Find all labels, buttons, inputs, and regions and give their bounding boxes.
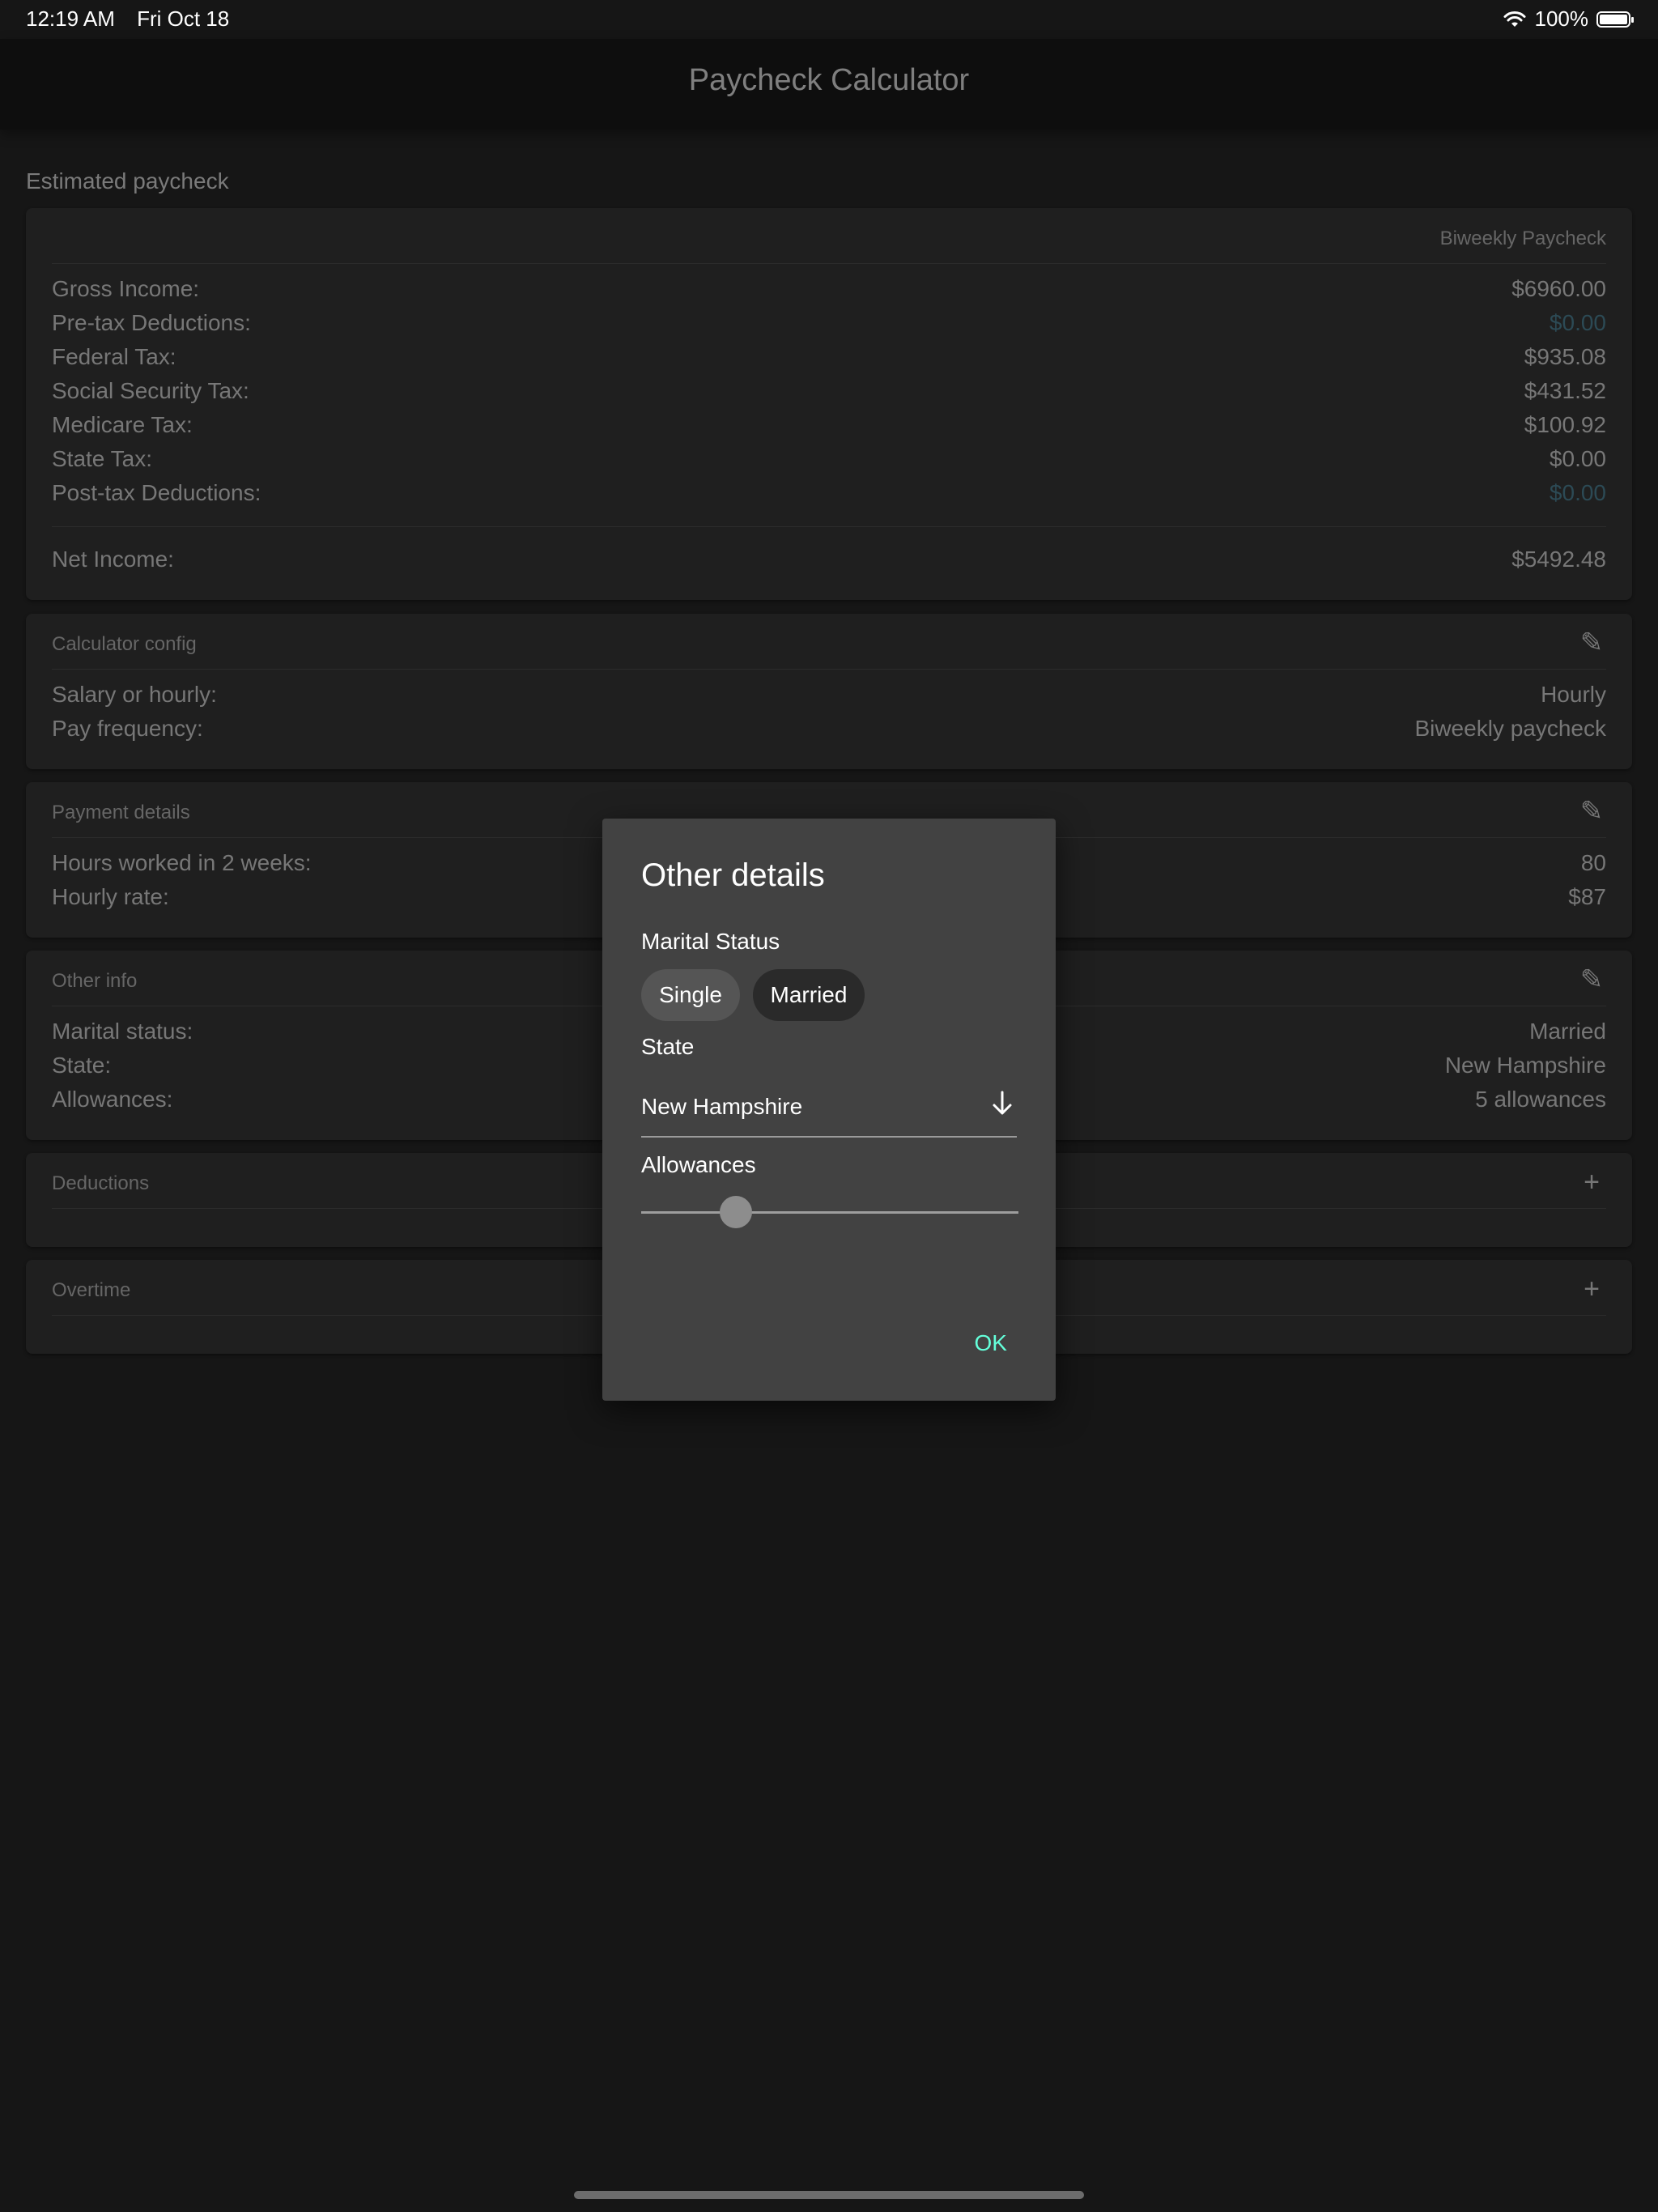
net-income-value: $5492.48 [1511, 547, 1606, 572]
row-label: Hours worked in 2 weeks: [52, 850, 312, 875]
estimate-row: State Tax: $0.00 [52, 446, 1606, 479]
card-title: Overtime [52, 1279, 131, 1301]
row-label: Pre-tax Deductions: [52, 310, 251, 335]
state-select-value: New Hampshire [641, 1094, 803, 1119]
status-indicators: 100% [1503, 6, 1634, 32]
calculator-config-card: Calculator config ✎ Salary or hourly: Hou… [26, 614, 1632, 769]
estimate-row: Post-tax Deductions: $0.00 [52, 480, 1606, 513]
net-income-row: Net Income: $5492.48 [52, 547, 1606, 579]
estimate-card-header: Biweekly Paycheck [52, 208, 1606, 264]
row-label: Marital status: [52, 1019, 193, 1044]
config-row: Salary or hourly: Hourly [52, 682, 1606, 714]
row-value: 80 [1580, 850, 1606, 875]
estimate-row: Medicare Tax: $100.92 [52, 412, 1606, 445]
status-date: Fri Oct 18 [137, 6, 230, 31]
edit-icon[interactable]: ✎ [1577, 797, 1606, 826]
row-value: $935.08 [1524, 344, 1606, 369]
status-bar: 12:19 AM Fri Oct 18 100% [0, 0, 1658, 39]
estimate-row: Gross Income: $6960.00 [52, 276, 1606, 308]
chip-single[interactable]: Single [641, 969, 740, 1021]
status-time-date: 12:19 AM Fri Oct 18 [26, 6, 229, 32]
battery-percent: 100% [1534, 6, 1589, 31]
add-icon[interactable]: + [1577, 1274, 1606, 1304]
config-row: Pay frequency: Biweekly paycheck [52, 716, 1606, 748]
estimate-row: Social Security Tax: $431.52 [52, 378, 1606, 410]
wifi-icon [1503, 11, 1525, 27]
card-header: Calculator config ✎ [52, 614, 1606, 670]
row-label: Salary or hourly: [52, 682, 217, 707]
row-label: Federal Tax: [52, 344, 176, 369]
row-label: State: [52, 1053, 112, 1078]
estimate-card: Biweekly Paycheck Gross Income: $6960.00 … [26, 208, 1632, 600]
row-value: $0.00 [1549, 480, 1606, 505]
state-label: State [641, 1034, 695, 1059]
page-title: Paycheck Calculator [688, 63, 970, 97]
paycheck-period: Biweekly Paycheck [1439, 228, 1606, 249]
card-title: Deductions [52, 1172, 150, 1194]
allowances-label: Allowances [641, 1152, 756, 1177]
row-value: $87 [1568, 884, 1606, 909]
row-value: Married [1529, 1019, 1606, 1044]
card-title: Payment details [52, 802, 190, 823]
edit-icon[interactable]: ✎ [1577, 965, 1606, 994]
other-details-dialog: Other details Marital Status Single Marr… [602, 819, 1056, 1401]
row-value: $431.52 [1524, 378, 1606, 403]
state-select[interactable]: New Hampshire [641, 1074, 1017, 1138]
row-value: Hourly [1541, 682, 1606, 707]
row-label: Medicare Tax: [52, 412, 193, 437]
slider-track [641, 1211, 1018, 1214]
row-label: Hourly rate: [52, 884, 169, 909]
estimate-row: Federal Tax: $935.08 [52, 344, 1606, 376]
chip-married[interactable]: Married [753, 969, 865, 1021]
row-label: Pay frequency: [52, 716, 203, 741]
ok-button[interactable]: OK [975, 1330, 1007, 1356]
row-value: New Hampshire [1444, 1053, 1606, 1078]
row-value: 5 allowances [1475, 1087, 1606, 1112]
allowances-slider[interactable] [641, 1194, 1018, 1230]
row-value: $0.00 [1549, 310, 1606, 335]
row-value: $6960.00 [1511, 276, 1606, 301]
add-icon[interactable]: + [1577, 1168, 1606, 1197]
card-title: Other info [52, 970, 138, 992]
row-label: Post-tax Deductions: [52, 480, 261, 505]
nav-bar: Paycheck Calculator [0, 39, 1658, 130]
edit-icon[interactable]: ✎ [1577, 628, 1606, 657]
row-value: $100.92 [1524, 412, 1606, 437]
row-label: Social Security Tax: [52, 378, 249, 403]
slider-thumb[interactable] [719, 1196, 752, 1228]
row-label: Gross Income: [52, 276, 200, 301]
dialog-title: Other details [641, 857, 825, 893]
home-indicator [574, 2191, 1084, 2199]
divider [52, 526, 1606, 527]
status-time: 12:19 AM [26, 6, 115, 31]
net-income-label: Net Income: [52, 547, 174, 572]
arrow-down-icon [993, 1091, 1012, 1115]
battery-icon [1596, 11, 1634, 28]
row-value: Biweekly paycheck [1414, 716, 1606, 741]
row-label: Allowances: [52, 1087, 173, 1112]
card-title: Calculator config [52, 633, 197, 655]
estimated-paycheck-label: Estimated paycheck [26, 168, 229, 194]
marital-status-label: Marital Status [641, 929, 780, 954]
row-label: State Tax: [52, 446, 153, 471]
row-value: $0.00 [1549, 446, 1606, 471]
estimate-row: Pre-tax Deductions: $0.00 [52, 310, 1606, 342]
